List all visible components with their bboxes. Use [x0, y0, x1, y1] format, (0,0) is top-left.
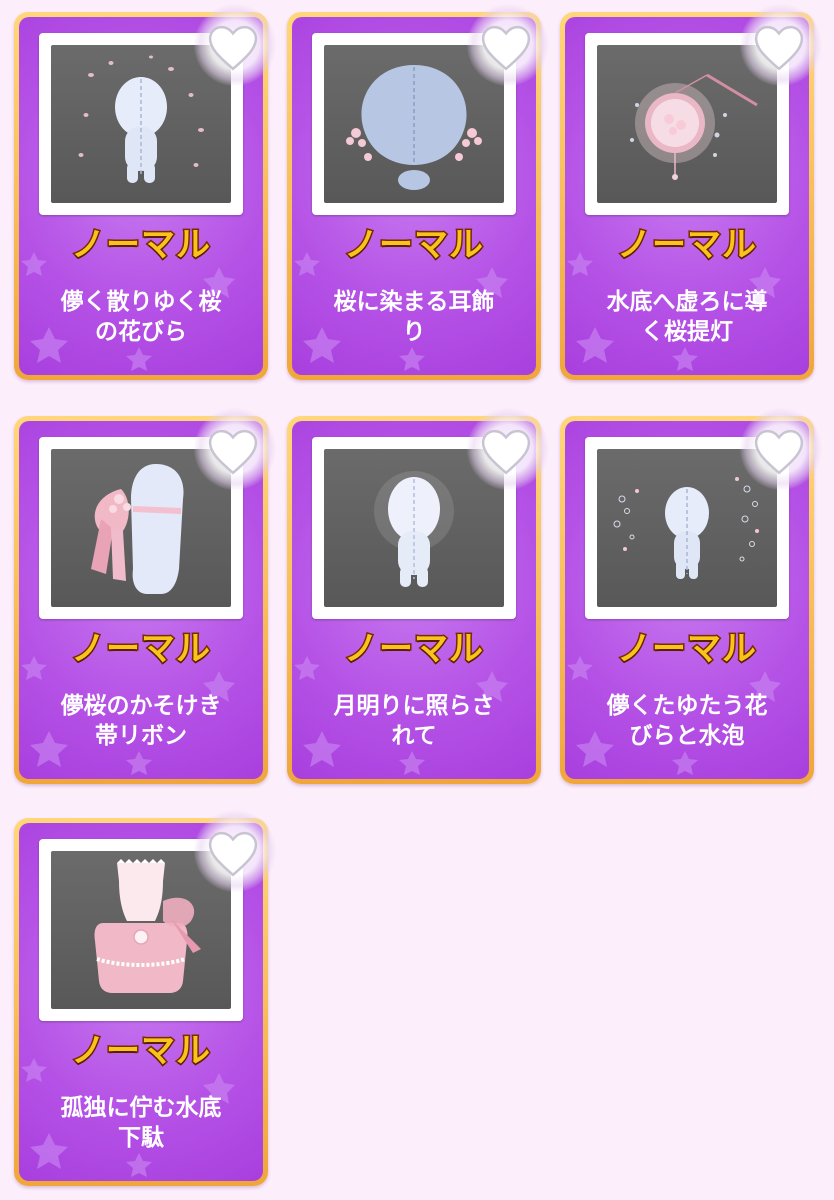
favorite-button[interactable]	[194, 408, 276, 490]
item-card[interactable]: ノーマル 儚桜のかそけき 帯リボン	[14, 408, 276, 784]
item-name: 儚く散りゆく桜 の花びら	[60, 289, 222, 345]
heart-icon	[481, 429, 531, 475]
rarity-label: ノーマル	[616, 628, 758, 671]
favorite-button[interactable]	[194, 4, 276, 86]
heart-icon	[481, 25, 531, 71]
rarity-label: ノーマル	[70, 628, 212, 671]
heart-icon	[208, 25, 258, 71]
item-card[interactable]: ノーマル 桜に染まる耳飾 り	[287, 4, 549, 380]
favorite-button[interactable]	[740, 4, 822, 86]
item-card[interactable]: ノーマル 孤独に佇む水底 下駄	[14, 810, 276, 1186]
item-name: 孤独に佇む水底 下駄	[60, 1095, 222, 1151]
item-name: 儚くたゆたう花 びらと水泡	[606, 693, 768, 749]
rarity-label: ノーマル	[616, 224, 758, 267]
heart-icon	[754, 25, 804, 71]
item-name: 儚桜のかそけき 帯リボン	[60, 693, 222, 749]
item-card[interactable]: ノーマル 儚く散りゆく桜 の花びら	[14, 4, 276, 380]
favorite-button[interactable]	[467, 408, 549, 490]
item-card[interactable]: ノーマル 儚くたゆたう花 びらと水泡	[560, 408, 822, 784]
rarity-label: ノーマル	[70, 224, 212, 267]
heart-icon	[754, 429, 804, 475]
heart-icon	[208, 831, 258, 877]
item-name: 水底へ虚ろに導 く桜提灯	[606, 289, 768, 345]
rarity-label: ノーマル	[70, 1030, 212, 1073]
rarity-label: ノーマル	[343, 628, 485, 671]
item-name: 桜に染まる耳飾 り	[333, 289, 495, 345]
rarity-label: ノーマル	[343, 224, 485, 267]
heart-icon	[208, 429, 258, 475]
item-name: 月明りに照らさ れて	[333, 693, 495, 749]
item-card[interactable]: ノーマル 水底へ虚ろに導 く桜提灯	[560, 4, 822, 380]
favorite-button[interactable]	[740, 408, 822, 490]
favorite-button[interactable]	[194, 810, 276, 892]
item-card[interactable]: ノーマル 月明りに照らさ れて	[287, 408, 549, 784]
favorite-button[interactable]	[467, 4, 549, 86]
